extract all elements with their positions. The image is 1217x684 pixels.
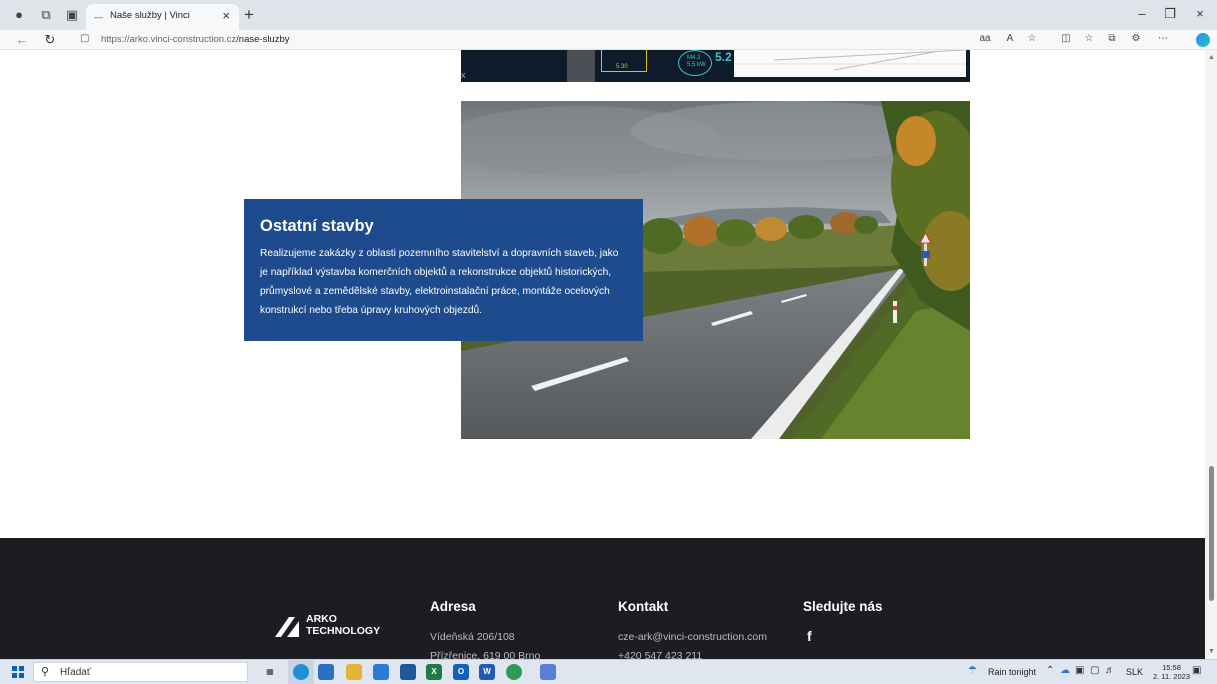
tab-close-icon[interactable]: ×	[222, 8, 230, 23]
weather-text[interactable]: Rain tonight	[988, 667, 1036, 677]
mail-icon[interactable]	[400, 664, 416, 680]
outlook-icon[interactable]: O	[453, 664, 469, 680]
clock-time: 15:58	[1162, 663, 1181, 672]
tab-favicon-icon: —	[94, 12, 103, 22]
card-title: Ostatní stavby	[260, 217, 374, 235]
url-text: https://arko.vinci-construction.cz/nase-…	[101, 34, 290, 45]
arko-logo[interactable]: ARKO TECHNOLOGY	[275, 613, 385, 637]
excel-icon[interactable]: X	[426, 664, 442, 680]
favorite-star-icon[interactable]: ☆	[1024, 33, 1040, 44]
weather-icon[interactable]: ☂	[968, 665, 977, 676]
browser-title-bar: ● ⧉ ▣ — Naše služby | Vinci × + – ❐ ×	[0, 0, 1217, 30]
taskbar-search[interactable]: ⚲ Hľadať	[33, 662, 248, 682]
close-window-icon[interactable]: ×	[1190, 6, 1210, 21]
word-icon[interactable]: W	[479, 664, 495, 680]
file-explorer-icon[interactable]	[346, 664, 362, 680]
tray-chevron-icon[interactable]: ⌃	[1046, 665, 1054, 676]
contact-heading: Kontakt	[618, 599, 669, 614]
lock-icon: ▢	[80, 33, 90, 44]
app-icon[interactable]	[540, 664, 556, 680]
profile-icon[interactable]: ●	[11, 7, 27, 23]
drawing-value-label: 5.2	[715, 50, 732, 64]
language-indicator[interactable]: SLK	[1126, 667, 1143, 677]
page-viewport: x 5.30 M4.2 5,5 kW 5.2 Ostatní stavby Re…	[0, 50, 1205, 659]
clock[interactable]: 15:58 2. 11. 2023	[1153, 663, 1190, 681]
workspaces-icon[interactable]: ⧉	[38, 7, 54, 23]
drawing-motor-label: M4.2 5,5 kW	[687, 55, 706, 68]
edge-icon[interactable]	[293, 664, 309, 680]
new-tab-icon[interactable]: +	[244, 5, 254, 25]
logo-line-2: TECHNOLOGY	[306, 625, 381, 637]
refresh-icon[interactable]: ↻	[41, 32, 59, 48]
search-icon: ⚲	[41, 666, 50, 678]
notifications-icon[interactable]: ▣	[1192, 665, 1201, 676]
favorites-icon[interactable]: ☆	[1081, 33, 1097, 44]
logo-mark-icon	[275, 617, 299, 637]
footer-social: Sledujte nás f	[803, 599, 883, 644]
tab-title: Naše služby | Vinci	[110, 10, 190, 21]
site-footer: ARKO TECHNOLOGY Adresa Vídeňská 206/108 P…	[0, 538, 1205, 659]
display-icon[interactable]: ▢	[1090, 665, 1099, 676]
footer-address: Adresa Vídeňská 206/108 Přízřenice, 619 …	[430, 599, 540, 659]
back-icon[interactable]: ←	[13, 32, 31, 47]
address-heading: Adresa	[430, 599, 476, 614]
social-heading: Sledujte nás	[803, 599, 883, 614]
search-placeholder: Hľadať	[60, 667, 91, 678]
more-menu-icon[interactable]: ⋯	[1155, 33, 1171, 44]
facebook-icon[interactable]: f	[807, 628, 883, 644]
contact-email-link[interactable]: cze-ark@vinci-construction.com	[618, 628, 767, 647]
service-card: Ostatní stavby Realizujeme zakázky z obl…	[244, 199, 643, 341]
address-line-2: Přízřenice, 619 00 Brno	[430, 650, 541, 659]
contact-phone-link[interactable]: +420 547 423 211	[618, 647, 767, 659]
technical-drawing-image: x 5.30 M4.2 5,5 kW 5.2	[461, 50, 970, 82]
extensions-icon[interactable]: ⚙	[1128, 33, 1144, 44]
read-aloud-icon[interactable]: A	[1002, 33, 1018, 44]
task-view-icon[interactable]: ▦	[262, 664, 278, 680]
card-text: Realizujeme zakázky z oblasti pozemního …	[260, 248, 619, 316]
widgets-icon[interactable]	[318, 664, 334, 680]
browser-tab[interactable]: — Naše služby | Vinci ×	[86, 4, 239, 30]
scroll-down-icon[interactable]: ▼	[1208, 648, 1215, 655]
scrollbar-thumb[interactable]	[1209, 466, 1214, 601]
footer-contact: Kontakt cze-ark@vinci-construction.com +…	[618, 599, 767, 659]
drawing-dimension-label: 5.30	[616, 64, 628, 70]
immersive-reader-icon[interactable]: аа	[977, 33, 993, 44]
onedrive-icon[interactable]: ☁	[1060, 665, 1070, 676]
chrome-icon[interactable]	[506, 664, 522, 680]
drawing-mark: x	[461, 70, 466, 80]
windows-taskbar: ⚲ Hľadať ▦ X O W ☂ Rain tonight ⌃ ☁ ▣ ▢ …	[0, 659, 1217, 684]
logo-line-1: ARKO	[306, 613, 337, 625]
address-bar: ← ↻ ▢ https://arko.vinci-construction.cz…	[0, 30, 1217, 50]
collections-icon[interactable]: ⧉	[1104, 33, 1120, 44]
restore-icon[interactable]: ❐	[1160, 6, 1180, 22]
page-scrollbar[interactable]: ▲ ▼	[1205, 50, 1217, 659]
tab-actions-icon[interactable]: ▣	[64, 7, 80, 23]
minimize-icon[interactable]: –	[1132, 6, 1152, 21]
windows-start-icon[interactable]	[12, 666, 24, 678]
network-icon[interactable]: ▣	[1075, 665, 1084, 676]
url-field[interactable]: ▢ https://arko.vinci-construction.cz/nas…	[70, 31, 975, 49]
copilot-icon[interactable]	[1196, 33, 1210, 47]
address-line-1: Vídeňská 206/108	[430, 631, 515, 643]
volume-icon[interactable]: ♬	[1105, 665, 1115, 676]
split-screen-icon[interactable]: ◫	[1058, 33, 1074, 44]
scroll-up-icon[interactable]: ▲	[1208, 54, 1215, 61]
clock-date: 2. 11. 2023	[1153, 672, 1190, 681]
store-icon[interactable]	[373, 664, 389, 680]
